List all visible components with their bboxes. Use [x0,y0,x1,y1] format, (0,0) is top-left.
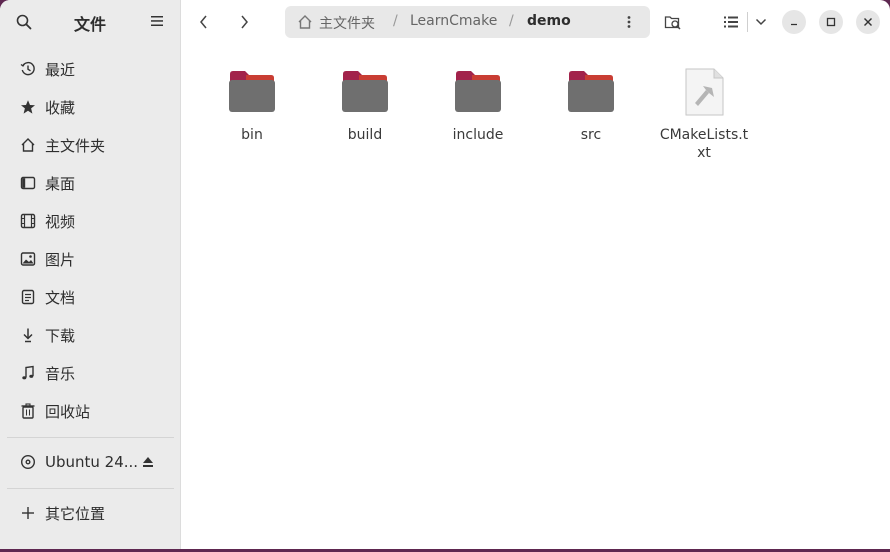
view-list-button[interactable] [716,7,746,37]
path-bar: 主文件夹 / LearnCmake / demo [285,6,650,38]
folder-search-icon [664,16,681,30]
sidebar-item-label: 主文件夹 [45,136,106,155]
sidebar-item-label: 图片 [45,250,76,269]
trash-icon [19,402,37,420]
home-icon [298,15,312,29]
sidebar-item-other-locations[interactable]: 其它位置 [8,496,174,530]
file-name: CMakeLists.txt [659,127,749,161]
hamburger-menu-icon[interactable] [150,15,164,27]
sidebar-item-home[interactable]: 主文件夹 [8,128,174,162]
sidebar-item-downloads[interactable]: 下载 [8,318,174,352]
sidebar-item-label: 下载 [45,326,76,345]
search-in-folder-button[interactable] [658,7,688,37]
back-button[interactable] [189,7,219,37]
close-icon [864,18,872,26]
text-file-icon [685,68,724,116]
sidebar-item-label: 音乐 [45,364,76,383]
film-icon [19,212,37,230]
sidebar-item-label: 回收站 [45,402,91,421]
document-icon [19,288,37,306]
sidebar-item-pictures[interactable]: 图片 [8,242,174,276]
sidebar-item-starred[interactable]: 收藏 [8,90,174,124]
file-manager-window: 文件 最近 收藏 主文件夹 桌面 视频 图片 文档 下载 音乐 回收站 Ubun… [0,0,890,549]
file-item-build[interactable]: build [320,68,410,144]
eject-icon[interactable] [142,456,154,468]
minimize-button[interactable] [782,10,806,34]
folder-icon [568,71,614,112]
clock-icon [19,60,37,78]
music-icon [19,364,37,382]
close-button[interactable] [856,10,880,34]
download-icon [19,326,37,344]
sidebar-header: 文件 [0,0,180,44]
sidebar-item-documents[interactable]: 文档 [8,280,174,314]
sidebar-item-label: Ubuntu 24... [45,453,139,471]
file-item-src[interactable]: src [546,68,636,144]
sidebar: 文件 最近 收藏 主文件夹 桌面 视频 图片 文档 下载 音乐 回收站 Ubun… [0,0,181,549]
file-item-cmakelists[interactable]: CMakeLists.txt [659,68,749,162]
breadcrumb-learncmake[interactable]: LearnCmake [410,13,497,29]
chevron-down-icon [755,18,767,26]
sidebar-item-videos[interactable]: 视频 [8,204,174,238]
image-icon [19,250,37,268]
sidebar-item-recent[interactable]: 最近 [8,52,174,86]
file-item-bin[interactable]: bin [207,68,297,144]
sidebar-item-label: 最近 [45,60,76,79]
sidebar-item-trash[interactable]: 回收站 [8,394,174,428]
forward-button[interactable] [229,7,259,37]
sidebar-separator [7,437,174,438]
list-view-icon [724,16,738,28]
folder-icon [455,71,501,112]
file-name: bin [241,127,263,143]
chevron-right-icon [241,15,248,29]
sidebar-separator [7,488,174,489]
file-name: build [347,127,383,143]
file-item-include[interactable]: include [433,68,523,144]
view-options-button[interactable] [746,7,776,37]
header-bar: 主文件夹 / LearnCmake / demo [181,0,890,44]
sidebar-item-desktop[interactable]: 桌面 [8,166,174,200]
file-grid: bin build include src CMakeLists.txt [181,44,890,549]
folder-icon [229,71,275,112]
sidebar-item-label: 文档 [45,288,76,307]
maximize-button[interactable] [819,10,843,34]
file-name: include [452,127,504,143]
desktop-icon [19,174,37,192]
plus-icon [19,504,37,522]
more-options-icon[interactable] [627,15,631,29]
app-title: 文件 [73,15,106,34]
sidebar-item-music[interactable]: 音乐 [8,356,174,390]
star-icon [19,98,37,116]
sidebar-item-label: 收藏 [45,98,76,117]
sidebar-item-label: 其它位置 [45,504,106,523]
breadcrumb-home[interactable]: 主文件夹 [319,13,375,33]
breadcrumb-demo[interactable]: demo [527,13,571,29]
disc-icon [19,453,37,471]
file-name: src [580,127,602,143]
search-icon[interactable] [16,14,32,30]
folder-icon [342,71,388,112]
chevron-left-icon [200,15,207,29]
sidebar-item-label: 桌面 [45,174,76,193]
minimize-icon [791,23,797,26]
breadcrumb-separator: / [509,13,514,29]
home-icon [19,136,37,154]
breadcrumb-separator: / [393,13,398,29]
sidebar-item-ubuntu-drive[interactable]: Ubuntu 24... [8,445,174,479]
maximize-icon [826,17,836,27]
sidebar-item-label: 视频 [45,212,76,231]
